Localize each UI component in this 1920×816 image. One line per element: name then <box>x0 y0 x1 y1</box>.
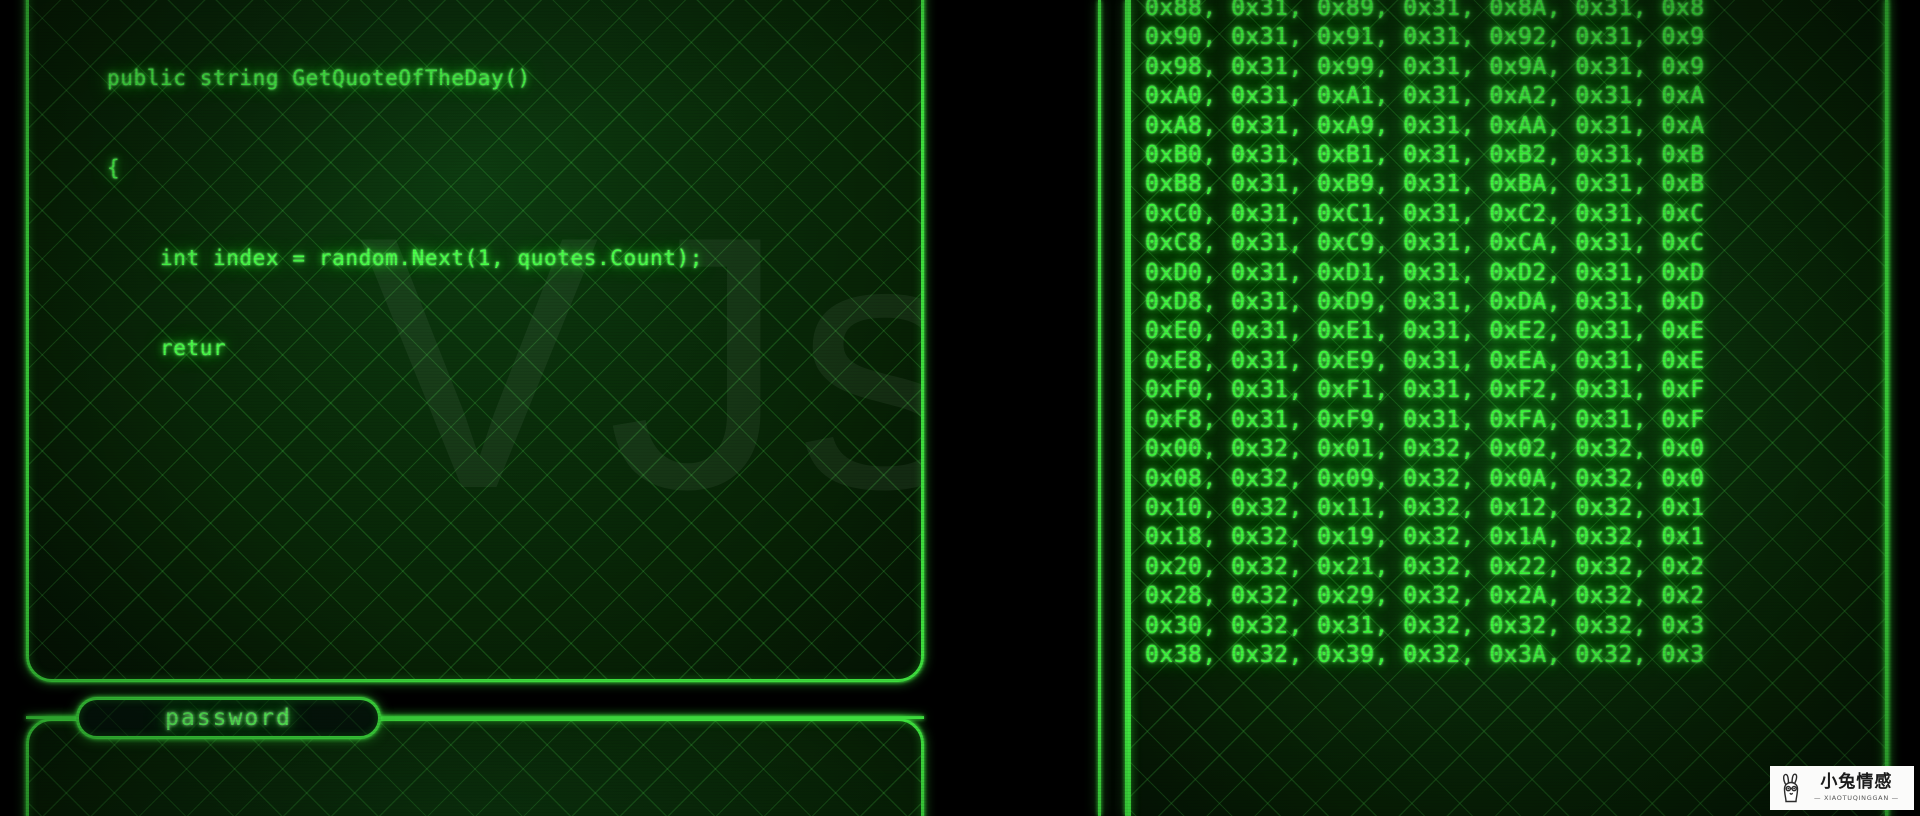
hex-dump-row: 0x08, 0x32, 0x09, 0x32, 0x0A, 0x32, 0x0 <box>1145 465 1705 492</box>
tab-connector-left <box>26 716 78 719</box>
watermark-brand-pinyin: — XIAOTUQINGGAN — <box>1814 794 1899 803</box>
hex-dump-row: 0x88, 0x31, 0x89, 0x31, 0x8A, 0x31, 0x8 <box>1145 0 1705 21</box>
hex-dump-row: 0xD8, 0x31, 0xD9, 0x31, 0xDA, 0x31, 0xD <box>1145 289 1705 316</box>
hex-dump-row: 0xF0, 0x31, 0xF1, 0x31, 0xF2, 0x31, 0xF <box>1145 377 1705 404</box>
panel-gutter <box>1101 0 1125 816</box>
hex-dump-row: 0x18, 0x32, 0x19, 0x32, 0x1A, 0x32, 0x1 <box>1145 524 1705 551</box>
hex-dump-row: 0xA0, 0x31, 0xA1, 0x31, 0xA2, 0x31, 0xA <box>1145 83 1705 110</box>
hex-dump-row: 0xB8, 0x31, 0xB9, 0x31, 0xBA, 0x31, 0xB <box>1145 171 1705 198</box>
hex-dump-body: 0x88, 0x31, 0x89, 0x31, 0x8A, 0x31, 0x8 0… <box>1131 0 1885 816</box>
hex-dump-row: 0xE8, 0x31, 0xE9, 0x31, 0xEA, 0x31, 0xE <box>1145 347 1705 374</box>
hex-dump-panel[interactable]: 0x88, 0x31, 0x89, 0x31, 0x8A, 0x31, 0x8 0… <box>1128 0 1888 816</box>
watermark-brand-cn: 小兔情感 <box>1820 772 1893 793</box>
tab-connector-right <box>379 716 924 719</box>
code-line: public string GetQuoteOfTheDay() <box>107 66 531 90</box>
code-line: { <box>107 156 121 180</box>
hex-dump-row: 0xE0, 0x31, 0xE1, 0x31, 0xE2, 0x31, 0xE <box>1145 318 1705 345</box>
rabbit-icon <box>1782 773 1799 803</box>
console-text-block: Attempting to connect with Username: 'RO… <box>87 769 636 816</box>
hex-dump-row: 0x30, 0x32, 0x31, 0x32, 0x32, 0x32, 0x3 <box>1145 612 1705 639</box>
hex-dump-row: 0xC0, 0x31, 0xC1, 0x31, 0xC2, 0x31, 0xC <box>1145 200 1705 227</box>
hex-dump-row: 0xB0, 0x31, 0xB1, 0x31, 0xB2, 0x31, 0xB <box>1145 142 1705 169</box>
code-line: int index = random.Next(1, quotes.Count)… <box>107 246 703 270</box>
hex-dump-row: 0x90, 0x31, 0x91, 0x31, 0x92, 0x31, 0x9 <box>1145 24 1705 51</box>
hex-dump-row: 0x20, 0x32, 0x21, 0x32, 0x22, 0x32, 0x2 <box>1145 553 1705 580</box>
code-text-block: public string GetQuoteOfTheDay() { int i… <box>107 3 703 423</box>
hex-dump-row: 0xA8, 0x31, 0xA9, 0x31, 0xAA, 0x31, 0xA <box>1145 112 1705 139</box>
terminal-screen: VJshi public string GetQuoteOfTheDay() {… <box>0 0 1920 816</box>
code-line: retur <box>107 336 227 360</box>
password-tab-label: password <box>165 705 292 731</box>
hex-panel-rail-outer <box>1098 0 1101 816</box>
hex-dump-row: 0x38, 0x32, 0x39, 0x32, 0x3A, 0x32, 0x3 <box>1145 641 1705 668</box>
site-watermark-badge: 小兔情感 — XIAOTUQINGGAN — <box>1770 766 1914 810</box>
hex-dump-row: 0xC8, 0x31, 0xC9, 0x31, 0xCA, 0x31, 0xC <box>1145 230 1705 257</box>
hex-dump-row: 0x10, 0x32, 0x11, 0x32, 0x12, 0x32, 0x1 <box>1145 494 1705 521</box>
hex-dump-row: 0x00, 0x32, 0x01, 0x32, 0x02, 0x32, 0x0 <box>1145 436 1705 463</box>
hex-panel-rail-right <box>1885 0 1888 816</box>
source-code-panel[interactable]: VJshi public string GetQuoteOfTheDay() {… <box>26 0 924 682</box>
hex-dump-row: 0xF8, 0x31, 0xF9, 0x31, 0xFA, 0x31, 0xF <box>1145 406 1705 433</box>
hex-dump-row: 0x98, 0x31, 0x99, 0x31, 0x9A, 0x31, 0x9 <box>1145 53 1705 80</box>
hex-dump-row: 0xD0, 0x31, 0xD1, 0x31, 0xD2, 0x31, 0xD <box>1145 259 1705 286</box>
password-tab[interactable]: password <box>76 697 381 739</box>
hex-dump-row: 0x28, 0x32, 0x29, 0x32, 0x2A, 0x32, 0x2 <box>1145 583 1705 610</box>
hex-panel-rail-inner <box>1125 0 1128 816</box>
